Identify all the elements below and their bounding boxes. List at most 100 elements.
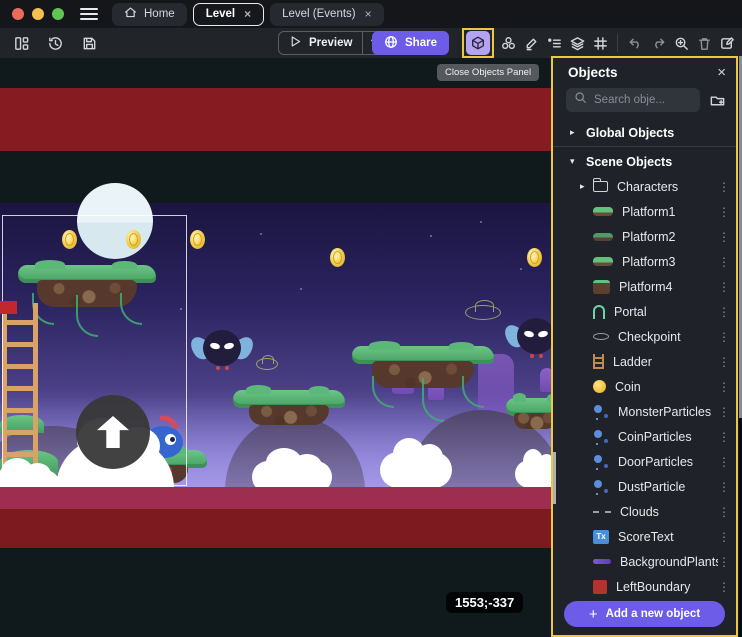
object-row[interactable]: Platform2 ⋮ <box>553 224 736 249</box>
zoom-window-button[interactable] <box>52 8 64 20</box>
kebab-menu-icon[interactable]: ⋮ <box>718 305 728 319</box>
tab-bar: Home Level × Level (Events) × <box>0 0 742 28</box>
scene-editor-canvas[interactable]: 1553;-337 <box>0 58 553 637</box>
object-row[interactable]: BackgroundPlants ⋮ <box>553 549 736 574</box>
minimize-window-button[interactable] <box>32 8 44 20</box>
cloud-sprite[interactable] <box>515 460 553 488</box>
dashes-icon <box>593 511 611 513</box>
platform-sprite[interactable] <box>233 390 345 425</box>
preview-button[interactable]: Preview <box>279 32 362 54</box>
tab-home[interactable]: Home <box>112 3 187 26</box>
object-row[interactable]: Ladder ⋮ <box>553 349 736 374</box>
list-scrollbar-thumb[interactable] <box>553 452 556 504</box>
bottom-boundary-sprite[interactable] <box>0 487 553 509</box>
bottom-boundary-sprite[interactable] <box>0 509 553 548</box>
layers-icon[interactable] <box>568 34 586 52</box>
zoom-in-icon[interactable] <box>672 34 690 52</box>
search-box[interactable] <box>566 88 700 112</box>
object-row[interactable]: Platform4 ⋮ <box>553 274 736 299</box>
close-window-button[interactable] <box>12 8 24 20</box>
redo-icon[interactable] <box>649 34 667 52</box>
ufo-sprite[interactable] <box>256 358 278 370</box>
trash-icon[interactable] <box>695 34 713 52</box>
object-row[interactable]: Portal ⋮ <box>553 299 736 324</box>
scene-properties-icon[interactable] <box>718 34 736 52</box>
cloud-sprite[interactable] <box>380 452 452 488</box>
coin-sprite[interactable] <box>190 230 205 249</box>
object-row[interactable]: Clouds ⋮ <box>553 499 736 524</box>
object-row[interactable]: Platform1 ⋮ <box>553 199 736 224</box>
object-groups-icon[interactable] <box>499 34 517 52</box>
ladder-icon <box>593 354 604 369</box>
kebab-menu-icon[interactable]: ⋮ <box>718 505 728 519</box>
menu-icon[interactable] <box>80 8 98 20</box>
coin-sprite[interactable] <box>330 248 345 267</box>
tab-level-events[interactable]: Level (Events) × <box>270 3 384 26</box>
project-manager-icon[interactable] <box>12 34 30 52</box>
ufo-sprite[interactable] <box>465 305 501 320</box>
object-row[interactable]: Platform3 ⋮ <box>553 249 736 274</box>
close-tab-icon[interactable]: × <box>244 7 251 21</box>
object-row[interactable]: Coin ⋮ <box>553 374 736 399</box>
divider <box>553 146 736 147</box>
kebab-menu-icon[interactable]: ⋮ <box>718 530 728 544</box>
recent-history-icon[interactable] <box>46 34 64 52</box>
undo-icon[interactable] <box>626 34 644 52</box>
traffic-lights <box>12 8 64 20</box>
save-icon[interactable] <box>80 34 98 52</box>
add-new-object-button[interactable]: + Add a new object <box>564 601 725 627</box>
search-input[interactable] <box>594 94 684 106</box>
top-boundary-sprite[interactable] <box>0 88 553 151</box>
kebab-menu-icon[interactable]: ⋮ <box>718 255 728 269</box>
particles-icon <box>593 429 609 445</box>
kebab-menu-icon[interactable]: ⋮ <box>718 330 728 344</box>
platform-sprite[interactable] <box>506 398 553 429</box>
edit-icon[interactable] <box>522 34 540 52</box>
instances-list-icon[interactable] <box>545 34 563 52</box>
grid-icon[interactable] <box>591 34 609 52</box>
monster-sprite[interactable] <box>508 316 553 364</box>
object-row[interactable]: ▸ Characters ⋮ <box>553 174 736 199</box>
moon-sprite[interactable] <box>77 183 153 259</box>
kebab-menu-icon[interactable]: ⋮ <box>718 205 728 219</box>
kebab-menu-icon[interactable]: ⋮ <box>718 355 728 369</box>
kebab-menu-icon[interactable]: ⋮ <box>718 480 728 494</box>
object-row[interactable]: MonsterParticles ⋮ <box>553 399 736 424</box>
kebab-menu-icon[interactable]: ⋮ <box>718 580 728 594</box>
platform-dirt-icon <box>593 280 610 294</box>
kebab-menu-icon[interactable]: ⋮ <box>718 280 728 294</box>
close-tab-icon[interactable]: × <box>365 7 372 21</box>
platform-sprite[interactable] <box>18 265 156 307</box>
objects-panel-icon[interactable] <box>466 31 490 55</box>
section-global-objects[interactable]: ▸ Global Objects <box>553 120 736 145</box>
ladder-sprite[interactable] <box>2 303 38 465</box>
left-boundary-sprite[interactable] <box>0 301 17 314</box>
coin-sprite[interactable] <box>527 248 542 267</box>
jump-arrow-overlay[interactable] <box>76 395 150 469</box>
section-scene-objects[interactable]: ▾ Scene Objects <box>553 149 736 174</box>
kebab-menu-icon[interactable]: ⋮ <box>718 180 728 194</box>
tab-level[interactable]: Level × <box>193 3 264 26</box>
kebab-menu-icon[interactable]: ⋮ <box>718 555 728 569</box>
kebab-menu-icon[interactable]: ⋮ <box>718 380 728 394</box>
kebab-menu-icon[interactable]: ⋮ <box>718 405 728 419</box>
coin-sprite[interactable] <box>126 230 141 249</box>
globe-icon <box>384 35 398 52</box>
monster-sprite[interactable] <box>194 328 250 376</box>
panel-title: Objects <box>568 65 618 80</box>
object-row[interactable]: ScoreText ⋮ <box>553 524 736 549</box>
caret-right-icon: ▸ <box>570 127 578 138</box>
object-row[interactable]: Checkpoint ⋮ <box>553 324 736 349</box>
kebab-menu-icon[interactable]: ⋮ <box>718 455 728 469</box>
object-row[interactable]: DoorParticles ⋮ <box>553 449 736 474</box>
close-panel-icon[interactable]: × <box>717 65 726 80</box>
object-row[interactable]: LeftBoundary ⋮ <box>553 574 736 595</box>
object-row[interactable]: CoinParticles ⋮ <box>553 424 736 449</box>
kebab-menu-icon[interactable]: ⋮ <box>718 430 728 444</box>
object-row[interactable]: DustParticle ⋮ <box>553 474 736 499</box>
coin-sprite[interactable] <box>62 230 77 249</box>
kebab-menu-icon[interactable]: ⋮ <box>718 230 728 244</box>
add-folder-icon[interactable] <box>708 91 726 109</box>
share-button[interactable]: Share <box>372 31 449 55</box>
platform-sprite[interactable] <box>352 346 494 388</box>
